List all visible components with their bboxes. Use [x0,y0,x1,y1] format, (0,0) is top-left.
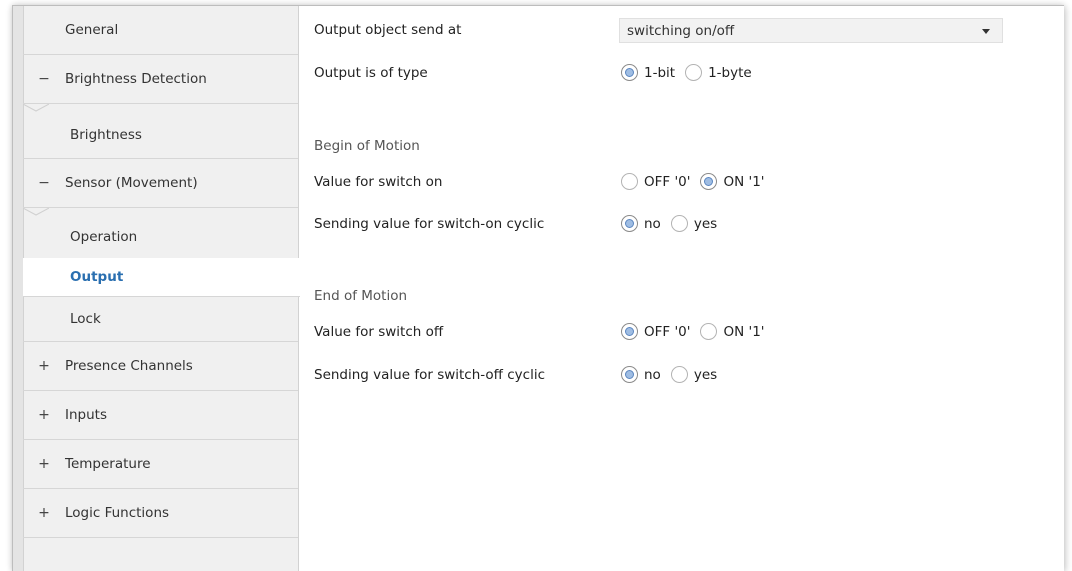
param-label: Sending value for switch-off cyclic [314,367,546,383]
sidebar-item-label: Brightness [70,127,142,143]
radio-on-1[interactable]: ON '1' [700,173,765,190]
radio-label: yes [693,366,718,383]
output-type-radio-group: 1-bit 1-byte [621,64,762,81]
radio-label: ON '1' [723,323,765,340]
radio-checked-icon[interactable] [621,64,638,81]
tree-notch-icon [23,208,49,216]
sidebar-item-label: General [65,22,119,38]
radio-unchecked-icon[interactable] [700,323,718,340]
sidebar-item-label: Temperature [65,456,151,472]
sidebar-item-general[interactable]: General [23,6,298,55]
chevron-down-icon[interactable] [982,29,990,34]
collapse-icon[interactable]: − [23,175,65,191]
switch-off-radio-group: OFF '0' ON '1' [621,323,775,340]
tree-notch-icon [23,104,49,112]
param-label: Value for switch off [314,324,444,340]
radio-off-0[interactable]: OFF '0' [621,173,690,190]
radio-label: OFF '0' [644,173,691,190]
radio-on-1[interactable]: ON '1' [700,323,765,340]
select-value: switching on/off [627,22,735,39]
radio-checked-icon[interactable] [621,323,638,340]
sidebar-item-label: Brightness Detection [65,71,207,87]
expand-icon[interactable]: + [23,407,65,423]
radio-1-byte[interactable]: 1-byte [685,64,752,81]
radio-label: no [644,215,661,232]
radio-checked-icon[interactable] [621,215,638,232]
output-send-select[interactable]: switching on/off [619,18,1003,43]
sidebar-item-brightness[interactable]: Brightness [23,112,298,159]
sidebar-item-logic-functions[interactable]: + Logic Functions [23,489,298,538]
radio-unchecked-icon[interactable] [685,64,703,81]
switch-on-cyclic-radio-group: no yes [621,215,727,232]
radio-label: 1-bit [644,64,676,81]
radio-label: yes [693,215,718,232]
radio-yes[interactable]: yes [670,215,718,232]
radio-unchecked-icon[interactable] [670,215,688,232]
radio-label: OFF '0' [644,323,691,340]
collapse-icon[interactable]: − [23,71,65,87]
radio-checked-icon[interactable] [621,366,638,383]
sidebar-item-brightness-detection[interactable]: − Brightness Detection [23,55,298,104]
radio-off-0[interactable]: OFF '0' [621,323,690,340]
sidebar-item-sensor-movement[interactable]: − Sensor (Movement) [23,159,298,208]
switch-on-radio-group: OFF '0' ON '1' [621,173,775,190]
sidebar-item-presence-channels[interactable]: + Presence Channels [23,342,298,391]
param-label: Value for switch on [314,174,443,190]
section-title-end-of-motion: End of Motion [314,288,408,304]
sidebar-item-label: Lock [70,311,101,327]
sidebar-item-inputs[interactable]: + Inputs [23,391,298,440]
param-label: Output object send at [314,22,462,38]
param-label: Output is of type [314,65,428,81]
sidebar-item-label: Operation [70,229,138,245]
radio-1-bit[interactable]: 1-bit [621,64,675,81]
radio-unchecked-icon[interactable] [670,366,688,383]
section-title-begin-of-motion: Begin of Motion [314,138,420,154]
radio-no[interactable]: no [621,215,661,232]
sidebar-item-output[interactable]: Output [23,258,300,297]
sidebar-item-temperature[interactable]: + Temperature [23,440,298,489]
sidebar-item-label: Inputs [65,407,107,423]
sidebar: General − Brightness Detection Brightnes… [13,6,300,571]
radio-checked-icon[interactable] [700,173,718,190]
window: General − Brightness Detection Brightnes… [12,5,1064,571]
sidebar-item-label: Sensor (Movement) [65,175,198,191]
param-label: Sending value for switch-on cyclic [314,216,545,232]
radio-yes[interactable]: yes [670,366,718,383]
expand-icon[interactable]: + [23,505,65,521]
parameter-panel: Output object send at switching on/off O… [300,6,1064,571]
expand-icon[interactable]: + [23,456,65,472]
switch-off-cyclic-radio-group: no yes [621,366,727,383]
expand-icon[interactable]: + [23,358,65,374]
radio-label: ON '1' [723,173,765,190]
sidebar-item-lock[interactable]: Lock [23,297,298,342]
sidebar-item-operation[interactable]: Operation [23,216,298,258]
radio-unchecked-icon[interactable] [621,173,638,190]
radio-label: no [644,366,661,383]
sidebar-item-label: Logic Functions [65,505,170,521]
radio-no[interactable]: no [621,366,661,383]
sidebar-item-label: Output [70,269,124,285]
sidebar-item-label: Presence Channels [65,358,193,374]
radio-label: 1-byte [708,64,752,81]
